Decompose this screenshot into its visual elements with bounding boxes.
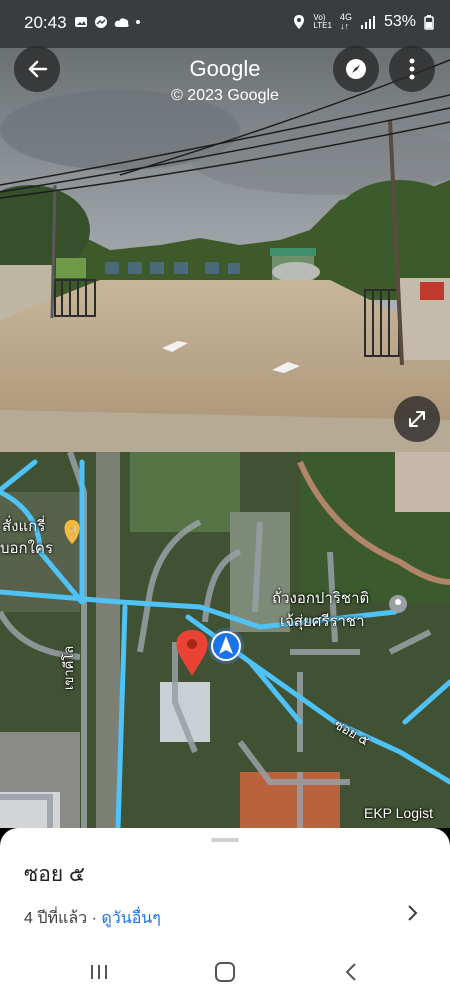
battery-icon: [424, 15, 434, 30]
back-nav-button[interactable]: [331, 958, 371, 986]
status-time: 20:43: [24, 13, 67, 32]
home-icon: [215, 962, 235, 982]
svg-text:🍴: 🍴: [67, 525, 79, 538]
compass-icon: [346, 59, 366, 79]
see-more-dates-link[interactable]: ดูวันอื่นๆ: [101, 910, 160, 927]
signal-icon: [360, 16, 375, 29]
sheet-drag-handle[interactable]: [211, 838, 239, 842]
map-label-road-1: เขาคีโล: [61, 645, 76, 690]
imagery-age: 4 ปีที่แล้ว: [24, 910, 88, 927]
back-nav-icon: [345, 963, 356, 981]
map-label-restaurant-1: สั่งแกรี่: [2, 518, 46, 535]
recent-apps-icon: [91, 965, 107, 979]
street-view-copyright: © 2023 Google: [171, 87, 279, 104]
chevron-right-icon[interactable]: [406, 904, 418, 928]
messenger-icon: [95, 16, 107, 28]
status-bar: 20:43 Vo) LTE1 4G ↓↑ 53%: [0, 0, 450, 48]
separator: ·: [87, 910, 102, 927]
place-title: ซอย ๕: [24, 863, 85, 886]
compass-button[interactable]: [333, 46, 379, 92]
street-view-position-marker: [208, 628, 244, 664]
map-label-restaurant-2: บอกใคร: [0, 540, 54, 557]
battery-percent: 53%: [383, 13, 416, 30]
map-label-place-1: ถั่วงอกปาริชาติ: [272, 590, 370, 607]
cloud-icon: [114, 18, 129, 27]
satellite-map[interactable]: 🍴 สั่งแกรี่ บอกใคร ถั่วงอกปาริชาติ เจ้สุ…: [0, 452, 450, 828]
expand-icon: [409, 411, 425, 427]
recent-apps-button[interactable]: [79, 958, 119, 986]
imagery-date-row[interactable]: 4 ปีที่แล้ว · ดูวันอื่นๆ: [24, 906, 161, 931]
home-button[interactable]: [205, 958, 245, 986]
place-pin[interactable]: [389, 595, 407, 613]
location-icon: [294, 15, 305, 29]
dot-icon: [136, 20, 140, 24]
map-label-company: EKP Logist: [364, 805, 434, 821]
more-options-button[interactable]: [389, 46, 435, 92]
satellite-imagery: 🍴: [0, 452, 450, 828]
volte-icon: Vo) LTE1: [313, 13, 332, 30]
map-label-place-2: เจ้สุ่ยศรีราชา: [280, 613, 365, 630]
expand-button[interactable]: [394, 396, 440, 442]
gallery-icon: [75, 17, 87, 27]
network-indicator: 4G ↓↑: [339, 12, 352, 31]
more-vert-icon: [409, 58, 415, 80]
system-navigation-bar: [0, 944, 450, 1000]
street-view-title: Google: [189, 56, 261, 81]
street-view-panorama[interactable]: 20:43 Vo) LTE1 4G ↓↑ 53% Google © 2023 Goo…: [0, 0, 450, 452]
